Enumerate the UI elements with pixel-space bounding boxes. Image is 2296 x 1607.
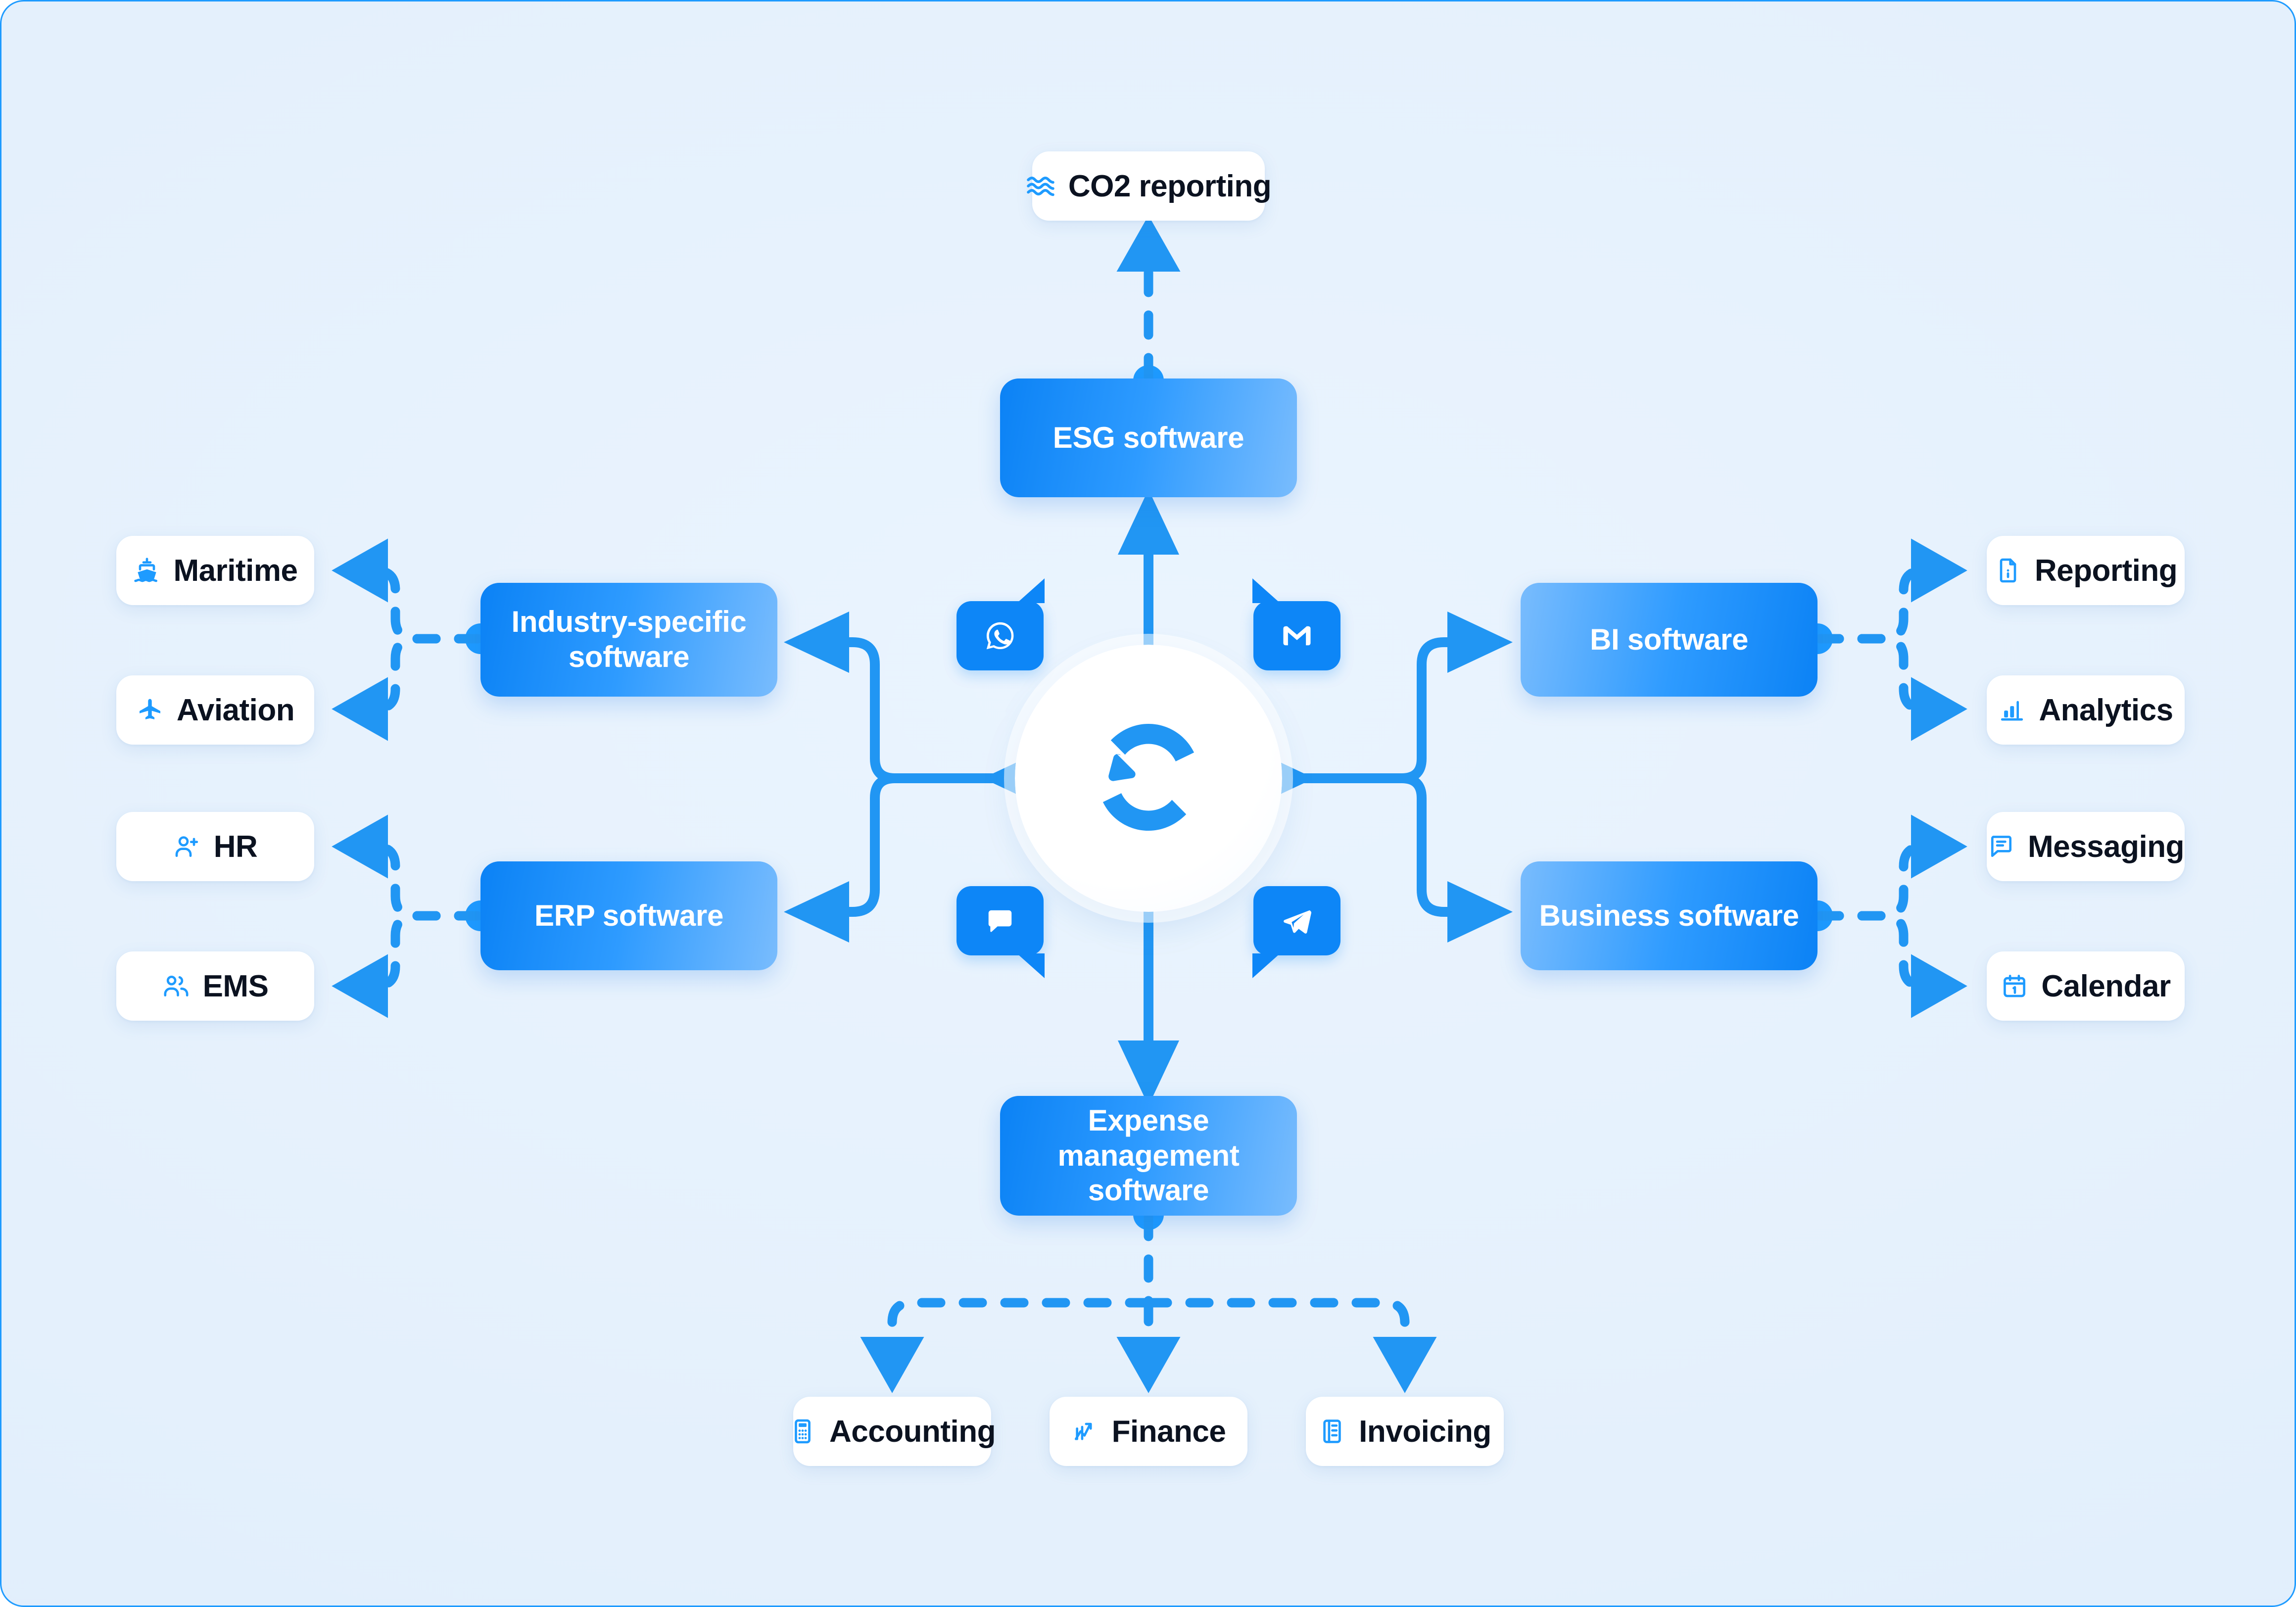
card-label: Finance — [1111, 1414, 1226, 1449]
node-erp-software[interactable]: ERP software — [480, 861, 777, 970]
card-reporting[interactable]: Reporting — [1987, 536, 2185, 605]
card-invoicing[interactable]: Invoicing — [1306, 1397, 1504, 1466]
edge-esg-co2 — [1116, 215, 1181, 396]
user-plus-icon — [173, 833, 201, 860]
node-business-software[interactable]: Business software — [1521, 861, 1818, 970]
edge-erp-children — [332, 814, 496, 1018]
card-label: Maritime — [173, 553, 298, 588]
edge-bi-children — [1802, 538, 1967, 741]
hub-bubble-telegram[interactable] — [1252, 886, 1340, 978]
node-expense-management-software[interactable]: Expense management software — [1000, 1096, 1297, 1216]
card-label: CO2 reporting — [1068, 169, 1272, 203]
card-accounting[interactable]: Accounting — [793, 1397, 996, 1466]
edge-hub-left-branch — [784, 612, 1049, 943]
edge-expense-children — [860, 1199, 1437, 1393]
card-calendar[interactable]: Calendar — [1987, 951, 2185, 1021]
card-finance[interactable]: Finance — [1050, 1397, 1247, 1466]
bar-chart-icon — [1998, 696, 2026, 724]
card-label: Reporting — [2034, 553, 2178, 588]
node-label: BI software — [1589, 622, 1749, 656]
card-messaging[interactable]: Messaging — [1987, 812, 2185, 881]
card-ems[interactable]: EMS — [116, 951, 314, 1021]
node-label: Business software — [1539, 898, 1799, 932]
node-label: ERP software — [534, 898, 724, 932]
message-lines-icon — [1987, 833, 2015, 860]
edge-business-children — [1802, 814, 1967, 1018]
edge-hub-right-branch — [1248, 612, 1513, 943]
node-industry-specific-software[interactable]: Industry-specific software — [480, 583, 777, 697]
hub-bubble-whatsapp[interactable] — [957, 578, 1045, 670]
airplane-icon — [136, 696, 164, 724]
calculator-icon — [789, 1418, 816, 1445]
hub-bubble-chat[interactable] — [957, 886, 1045, 978]
edge-industry-children — [332, 538, 496, 741]
trend-chart-icon — [1071, 1418, 1099, 1445]
node-label: ESG software — [1052, 421, 1244, 454]
node-label: Expense management software — [1057, 1103, 1240, 1207]
card-co2-reporting[interactable]: CO2 reporting — [1027, 151, 1272, 221]
card-label: Analytics — [2039, 693, 2173, 727]
document-info-icon — [1994, 557, 2022, 584]
card-label: Aviation — [176, 693, 295, 727]
node-esg-software[interactable]: ESG software — [1000, 378, 1297, 497]
ship-icon — [133, 557, 161, 584]
waves-icon — [1026, 171, 1055, 201]
hub-bubble-gmail[interactable] — [1252, 578, 1340, 670]
card-label: HR — [213, 829, 258, 864]
card-label: EMS — [202, 969, 269, 1003]
node-label: Industry-specific software — [511, 605, 747, 673]
card-analytics[interactable]: Analytics — [1987, 675, 2185, 745]
card-hr[interactable]: HR — [116, 812, 314, 881]
sync-hub[interactable] — [957, 578, 1340, 978]
card-aviation[interactable]: Aviation — [116, 675, 314, 745]
node-bi-software[interactable]: BI software — [1521, 583, 1818, 697]
card-maritime[interactable]: Maritime — [116, 536, 314, 605]
calendar-icon — [2001, 972, 2028, 1000]
card-label: Messaging — [2028, 829, 2184, 864]
card-label: Invoicing — [1359, 1414, 1491, 1449]
sync-arrows-icon — [1074, 703, 1223, 854]
card-label: Accounting — [829, 1414, 996, 1449]
card-label: Calendar — [2041, 969, 2171, 1003]
invoice-icon — [1318, 1418, 1346, 1445]
diagram-canvas: ESG software Industry-specific software … — [0, 0, 2296, 1607]
users-icon — [162, 972, 190, 1000]
